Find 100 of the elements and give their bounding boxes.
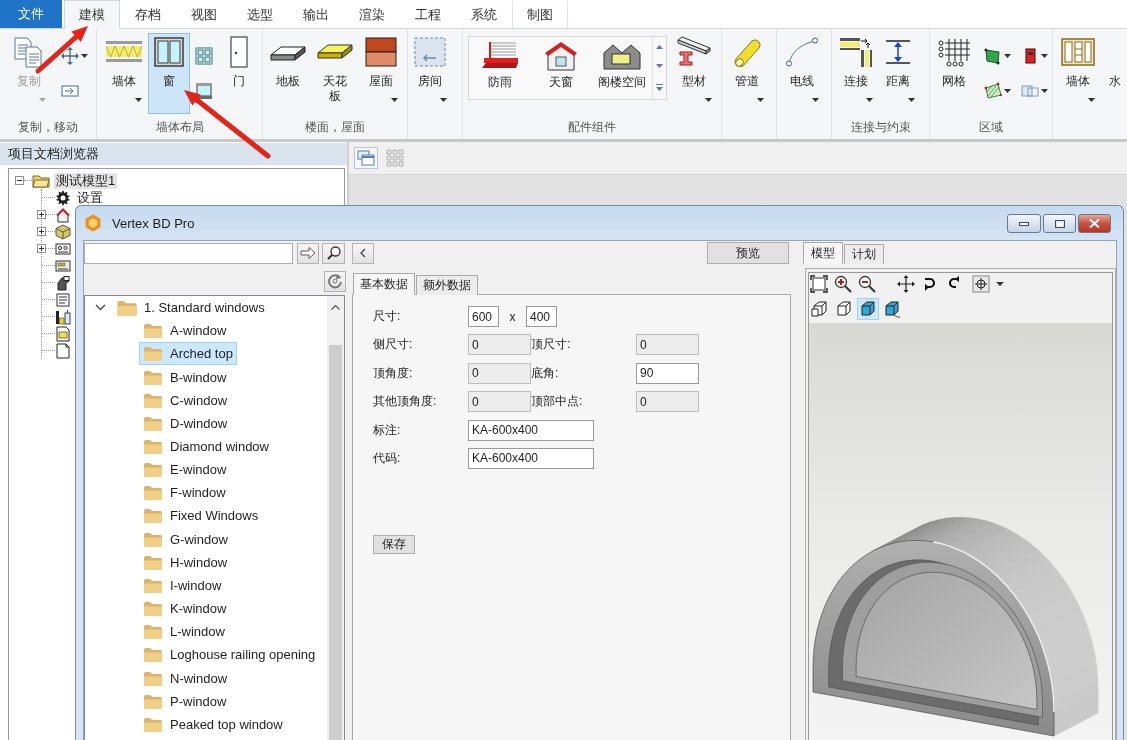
tree-item[interactable]: P-window	[139, 689, 231, 713]
close-button[interactable]	[1078, 214, 1111, 233]
ribbon-button[interactable]: 型材	[672, 33, 716, 114]
go-button[interactable]	[297, 242, 319, 264]
refresh-button[interactable]	[324, 270, 346, 292]
ribbon-button[interactable]: 门	[218, 33, 260, 114]
tree-item[interactable]: Diamond window	[139, 435, 273, 458]
group-label: 楼面，屋面	[305, 118, 365, 136]
zoom-in-icon[interactable]	[834, 275, 852, 293]
gallery-item[interactable]: 天窗	[530, 37, 591, 99]
ribbon-button[interactable]: 窗	[148, 33, 190, 114]
folder-icon	[143, 530, 163, 548]
scroll-up-icon[interactable]	[656, 44, 663, 49]
folder-icon	[143, 600, 163, 618]
save-button[interactable]: 保存	[373, 535, 415, 555]
tree-item[interactable]: C-window	[139, 388, 232, 412]
field-label: 底角:	[531, 364, 560, 382]
hatched-area-icon	[984, 82, 1002, 100]
tree-item[interactable]: Fixed Windows	[139, 504, 263, 528]
scrollbar[interactable]	[327, 296, 344, 740]
ribbon-button[interactable]: 墙体	[102, 33, 146, 114]
folder-icon	[143, 461, 163, 479]
ribbon-tab[interactable]: 建模	[64, 0, 120, 29]
cascade-windows-icon[interactable]	[354, 147, 378, 169]
tree-toggle-icon[interactable]	[37, 244, 46, 253]
view-mode-button[interactable]	[857, 298, 879, 320]
dashed-frame-icon	[414, 37, 446, 67]
tree-item[interactable]: E-window	[139, 458, 231, 482]
tab[interactable]: 额外数据	[416, 275, 478, 295]
ribbon-button[interactable]: 管道	[726, 33, 768, 114]
maximize-button[interactable]	[1043, 214, 1076, 233]
tree-item[interactable]: 测试模型1	[54, 172, 118, 189]
ribbon-button[interactable]: 网格	[933, 33, 975, 114]
folder-icon	[143, 669, 163, 687]
tree-item[interactable]: A-window	[139, 319, 231, 343]
dropdown-caret-icon[interactable]	[996, 282, 1004, 286]
text-field[interactable]: 400	[526, 306, 557, 327]
four-pane-window-icon	[195, 47, 213, 65]
window-title: Vertex BD Pro	[112, 215, 196, 231]
rain-guard-icon	[479, 41, 520, 71]
tab[interactable]: 模型	[803, 242, 843, 264]
ribbon-button[interactable]: 天花板	[313, 33, 357, 114]
tree-item[interactable]: B-window	[139, 365, 231, 389]
folder-icon	[143, 484, 163, 502]
tree-item[interactable]: I-window	[139, 573, 226, 597]
target-icon[interactable]	[972, 275, 990, 293]
scroll-down-icon[interactable]	[656, 64, 663, 69]
tree-toggle-icon[interactable]	[37, 227, 46, 236]
ribbon-button[interactable]: 地板	[266, 33, 310, 114]
ribbon-button[interactable]: 电线	[781, 33, 823, 114]
door-icon	[229, 36, 249, 68]
tree-toggle-icon[interactable]	[15, 176, 24, 185]
text-field[interactable]: KA-600x400	[468, 419, 594, 441]
folder-icon	[143, 715, 163, 733]
tab[interactable]: 基本数据	[353, 273, 415, 295]
scroll-up-icon[interactable]	[331, 305, 340, 310]
tree-item[interactable]: Loghouse railing opening	[139, 643, 320, 667]
tree-item[interactable]: Arched top	[139, 342, 237, 366]
tab[interactable]: 计划	[844, 244, 884, 264]
tree-item[interactable]: N-window	[139, 666, 232, 690]
ribbon-button[interactable]: 屋面	[360, 33, 402, 114]
ribbon-tab[interactable]: 制图	[512, 0, 568, 28]
pan-icon[interactable]	[897, 275, 915, 293]
tree-item[interactable]: L-window	[139, 620, 229, 644]
ribbon-button[interactable]: 墙体	[1057, 33, 1099, 114]
chevron-down-icon[interactable]	[95, 304, 106, 312]
gallery-item[interactable]: 阁楼空间	[591, 37, 652, 99]
text-field[interactable]: 90	[636, 362, 699, 384]
tree-item[interactable]: 设置	[75, 189, 105, 206]
group-label: 区域	[979, 118, 1003, 136]
tree-item[interactable]: Peaked top window	[139, 712, 287, 736]
gallery-item[interactable]: 防雨	[469, 37, 530, 99]
zoom-out-icon[interactable]	[858, 275, 876, 293]
tree-item[interactable]: F-window	[139, 481, 230, 505]
tree-item[interactable]: G-window	[139, 527, 232, 551]
text-field[interactable]: 600	[468, 306, 499, 327]
ribbon-button[interactable]: 房间	[409, 33, 451, 114]
search-button[interactable]	[322, 242, 345, 264]
text-field[interactable]: KA-600x400	[468, 447, 594, 469]
preview-button[interactable]: 预览	[707, 242, 789, 264]
field-label: 其他顶角度:	[373, 393, 438, 411]
tree-item[interactable]: D-window	[139, 411, 232, 435]
ribbon-button[interactable]: 距离	[877, 33, 919, 114]
expand-gallery-icon[interactable]	[656, 84, 663, 92]
search-field[interactable]	[84, 242, 293, 264]
tree-item[interactable]: K-window	[139, 597, 231, 621]
file-menu-button[interactable]: 文件	[0, 0, 62, 28]
tree-toggle-icon[interactable]	[37, 210, 46, 219]
scrollbar-thumb[interactable]	[329, 345, 342, 740]
wall-joint-icon	[839, 36, 873, 68]
tree-item[interactable]: H-window	[139, 550, 232, 574]
wall-frame-icon	[1061, 38, 1095, 66]
ribbon-button[interactable]: 连接	[835, 33, 877, 114]
ribbon-button[interactable]: 水	[1105, 33, 1125, 114]
minimize-button[interactable]	[1007, 214, 1041, 233]
tile-grid-icon[interactable]	[384, 147, 406, 169]
group-label: 配件组件	[568, 118, 616, 136]
tree-item[interactable]: 1. Standard windows	[112, 296, 269, 320]
minimize-icon	[1019, 221, 1029, 226]
zoom-extents-icon[interactable]	[810, 275, 828, 293]
